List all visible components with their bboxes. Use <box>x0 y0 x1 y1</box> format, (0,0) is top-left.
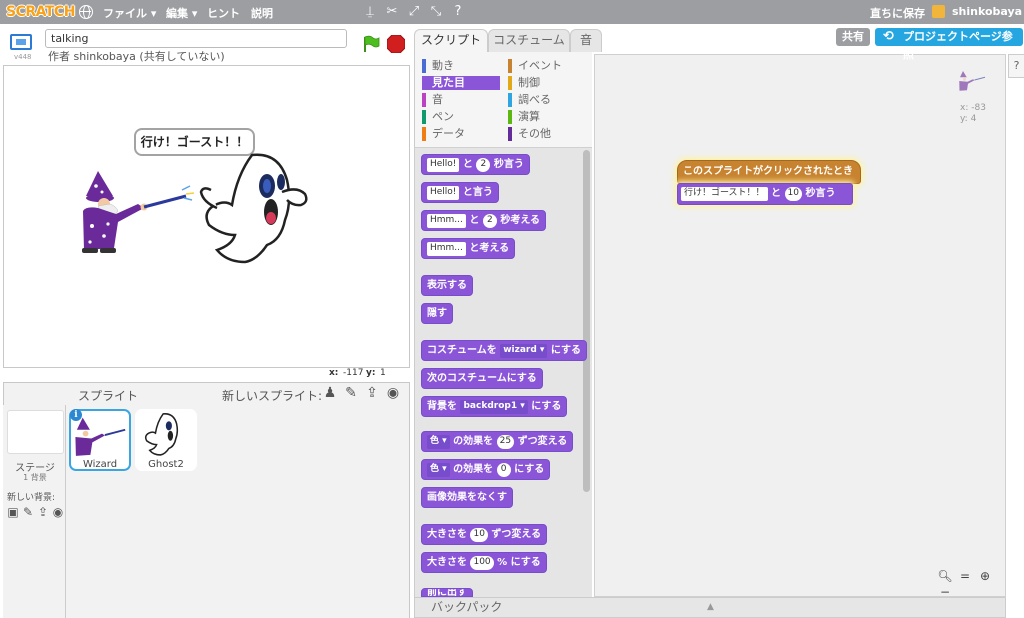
zoom-reset-icon[interactable]: = <box>957 568 973 584</box>
block-go-to-front[interactable]: 前に出す <box>421 588 473 597</box>
menu-bar: SCRATCH ファイル ▾ 編集 ▾ ヒント 説明 ⍊ ✂ ⤢ ⤡ ? 直ちに… <box>0 0 1024 24</box>
mouse-x-label: x: <box>329 368 339 378</box>
block-change-effect[interactable]: 色 ▾ の効果を 25 ずつ変える <box>421 431 574 452</box>
backdrop-count: 1 背景 <box>23 473 47 482</box>
sprite-name-wizard: Wizard <box>82 459 118 470</box>
sprite-info-icon[interactable]: i <box>70 409 82 421</box>
delete-scissors-icon[interactable]: ✂ <box>384 4 400 20</box>
zoom-out-icon[interactable]: 🔍︎− <box>937 568 953 599</box>
new-backdrop-label: 新しい背景: <box>7 493 56 503</box>
sprite-x-readout: x: -83 <box>960 103 986 113</box>
upload-sprite-icon[interactable]: ⇪ <box>364 385 380 401</box>
mouse-y-label: y: <box>366 368 376 378</box>
presentation-mode-icon[interactable] <box>10 34 32 50</box>
script-say-for-secs[interactable]: 行け！ゴースト！！ と 10 秒言う <box>677 183 853 205</box>
category-pen[interactable]: ペン <box>422 110 502 124</box>
block-think-for-secs[interactable]: Hmm... と 2 秒考える <box>421 210 547 231</box>
stage-canvas[interactable]: 行け！ゴースト！！ <box>3 65 410 368</box>
grow-icon[interactable]: ⤢ <box>406 4 422 20</box>
upload-backdrop-icon[interactable]: ⇪ <box>36 505 50 519</box>
category-events[interactable]: イベント <box>508 59 588 73</box>
category-motion[interactable]: 動き <box>422 59 502 73</box>
language-globe-icon[interactable] <box>79 5 93 19</box>
sprite-name-ghost2: Ghost2 <box>148 459 184 470</box>
refresh-arrows-icon: ⟲ <box>883 29 894 44</box>
paint-new-sprite-icon[interactable]: ✎ <box>343 385 359 401</box>
choose-sprite-from-library-icon[interactable]: ♟ <box>322 385 338 401</box>
sprite-y-readout: y: 4 <box>960 114 977 124</box>
block-change-size[interactable]: 大きさを 10 ずつ変える <box>421 524 548 545</box>
block-switch-backdrop[interactable]: 背景を backdrop1 ▾ にする <box>421 396 568 417</box>
block-say[interactable]: Hello! と言う <box>421 182 499 203</box>
script-area[interactable] <box>594 54 1006 597</box>
backdrop-dropdown[interactable]: backdrop1 ▾ <box>460 400 528 414</box>
sprites-title: スプライト <box>78 389 139 403</box>
block-show[interactable]: 表示する <box>421 275 473 296</box>
current-sprite-preview-icon <box>959 71 986 91</box>
new-sprite-label: 新しいスプライト: <box>222 389 323 403</box>
green-flag-icon[interactable] <box>362 35 380 53</box>
category-sound[interactable]: 音 <box>422 93 502 107</box>
category-more-blocks[interactable]: その他 <box>508 127 588 141</box>
user-avatar-icon[interactable] <box>932 5 945 18</box>
project-title-input[interactable] <box>45 29 347 48</box>
tab-scripts[interactable]: スクリプト <box>414 29 488 53</box>
tab-sounds[interactable]: 音 <box>570 29 602 52</box>
mouse-x-value: -117 <box>343 368 364 378</box>
block-set-effect[interactable]: 色 ▾ の効果を 0 にする <box>421 459 551 480</box>
camera-sprite-icon[interactable]: ◉ <box>385 385 401 401</box>
category-looks[interactable]: 見た目 <box>422 76 500 90</box>
shrink-icon[interactable]: ⤡ <box>428 4 444 20</box>
stop-sign-icon[interactable] <box>387 35 405 53</box>
category-data[interactable]: データ <box>422 127 502 141</box>
help-question-icon[interactable]: ? <box>450 4 466 20</box>
hat-block-when-clicked[interactable]: このスプライトがクリックされたとき <box>677 160 861 184</box>
duplicate-stamp-icon[interactable]: ⍊ <box>362 4 378 20</box>
costume-dropdown[interactable]: wizard ▾ <box>500 344 548 358</box>
backdrop-library-icon[interactable]: ▣ <box>6 505 20 519</box>
category-control[interactable]: 制御 <box>508 76 588 90</box>
block-next-costume[interactable]: 次のコスチュームにする <box>421 368 543 389</box>
username-menu[interactable]: shinkobaya <box>952 5 1022 18</box>
author-label: 作者 shinkobaya (共有していない) <box>48 50 225 63</box>
block-switch-costume[interactable]: コスチュームを wizard ▾ にする <box>421 340 588 361</box>
camera-backdrop-icon[interactable]: ◉ <box>51 505 65 519</box>
tab-costumes[interactable]: コスチューム <box>488 29 570 52</box>
version-label: v448 <box>14 53 32 61</box>
block-clear-effects[interactable]: 画像効果をなくす <box>421 487 513 508</box>
share-button[interactable]: 共有 <box>836 28 870 46</box>
mouse-y-value: 1 <box>380 368 386 378</box>
see-project-page-button[interactable]: ⟲ プロジェクトページ参照 <box>875 28 1023 61</box>
effect-dropdown[interactable]: 色 ▾ <box>427 435 450 449</box>
menu-edit[interactable]: 編集 ▾ <box>166 5 197 21</box>
effect-dropdown[interactable]: 色 ▾ <box>427 463 450 477</box>
stage-thumbnail[interactable] <box>7 410 64 454</box>
wizard-sprite[interactable] <box>78 166 198 256</box>
backpack-expand-icon[interactable]: ▲ <box>707 602 714 612</box>
category-operators[interactable]: 演算 <box>508 110 588 124</box>
menu-about[interactable]: 説明 <box>251 5 273 21</box>
block-say-for-secs[interactable]: Hello! と 2 秒言う <box>421 154 530 175</box>
palette-scrollbar[interactable] <box>583 150 590 492</box>
block-think[interactable]: Hmm... と考える <box>421 238 516 259</box>
ghost-sprite[interactable] <box>197 150 322 270</box>
block-set-size[interactable]: 大きさを 100 % にする <box>421 552 547 573</box>
help-tab[interactable]: ? <box>1008 54 1024 78</box>
zoom-in-icon[interactable]: ⊕ <box>977 568 993 584</box>
wizard-thumb-icon <box>75 417 126 456</box>
paint-backdrop-icon[interactable]: ✎ <box>21 505 35 519</box>
save-now-link[interactable]: 直ちに保存 <box>870 5 925 21</box>
ghost-thumb-icon <box>144 413 179 456</box>
block-hide[interactable]: 隠す <box>421 303 453 324</box>
menu-file[interactable]: ファイル ▾ <box>103 5 156 21</box>
category-sensing[interactable]: 調べる <box>508 93 588 107</box>
scratch-logo[interactable]: SCRATCH <box>6 2 75 22</box>
menu-tips[interactable]: ヒント <box>207 5 240 21</box>
